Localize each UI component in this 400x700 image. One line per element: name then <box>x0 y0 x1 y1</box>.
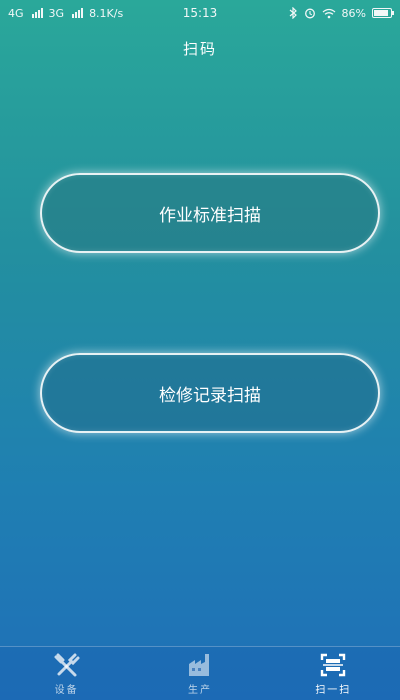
repair-record-scan-button[interactable]: 检修记录扫描 <box>40 353 380 433</box>
status-left: 4G 3G 8.1K/s <box>8 7 123 20</box>
standard-scan-label: 作业标准扫描 <box>159 205 261 226</box>
nav-item-equipment[interactable]: 设备 <box>27 652 107 696</box>
network-type-1: 4G <box>8 6 24 20</box>
scan-icon <box>321 653 346 676</box>
nav-label-equipment: 设备 <box>54 684 79 696</box>
nav-item-production[interactable]: 生产 <box>160 652 240 696</box>
battery-icon <box>372 8 394 18</box>
factory-icon <box>188 653 209 676</box>
standard-scan-button[interactable]: 作业标准扫描 <box>40 173 380 253</box>
network-type-2: 3G <box>48 6 65 20</box>
page-title: 扫码 <box>182 40 217 58</box>
wifi-icon <box>322 8 335 18</box>
signal-icon <box>72 8 84 18</box>
network-speed: 8.1K/s <box>89 6 124 20</box>
signal-icon <box>31 8 43 18</box>
battery-percent: 86% <box>341 6 366 20</box>
bottom-nav: 设备 生产 扫一扫 <box>0 646 400 700</box>
status-right: 86% <box>288 6 394 20</box>
nav-label-scan: 扫一扫 <box>315 684 352 696</box>
status-bar: 4G 3G 8.1K/s 15:13 86% <box>0 0 400 26</box>
alarm-icon <box>304 8 315 19</box>
nav-item-scan[interactable]: 扫一扫 <box>293 652 373 696</box>
tools-icon <box>54 653 80 676</box>
nav-label-production: 生产 <box>187 684 212 696</box>
bluetooth-icon <box>289 7 297 19</box>
repair-record-scan-label: 检修记录扫描 <box>159 385 261 406</box>
